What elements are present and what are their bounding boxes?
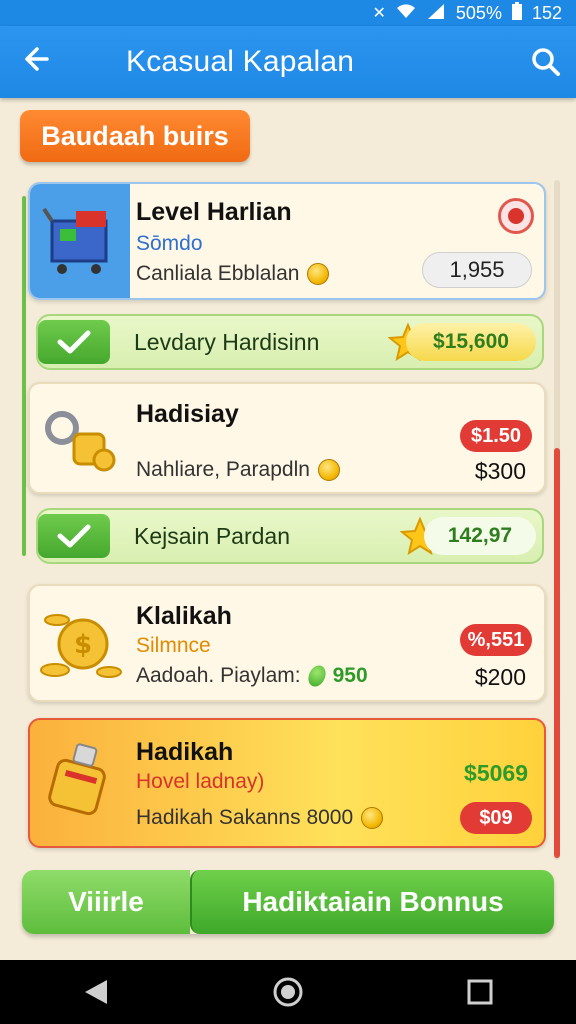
nfc-icon: ✕ <box>372 5 386 22</box>
quest-name: Hadisiay <box>136 400 239 428</box>
app-bar: Kcasual Kapalan <box>0 26 576 98</box>
signal-icon <box>426 3 446 24</box>
discount-badge[interactable]: %,551 <box>460 624 532 656</box>
quest-subtitle: Hovel ladnay) <box>136 770 265 793</box>
gem-value: 950 <box>332 664 368 687</box>
quest-subtitle: Silmnce <box>136 634 211 657</box>
achievement-row-2[interactable]: Kejsain Pardan 142,97 <box>36 508 544 564</box>
svg-text:$: $ <box>74 630 92 660</box>
achievement-label: Levdary Hardisinn <box>134 329 320 355</box>
recents-nav-icon[interactable] <box>450 960 510 1024</box>
checkmark-icon[interactable] <box>38 514 110 558</box>
key-lock-icon <box>30 384 130 492</box>
quest-name: Klalikah <box>136 602 232 630</box>
quest-subtitle: Sōmdo <box>136 232 203 255</box>
bonus-price: $5069 <box>464 760 528 786</box>
achievement-amount: 142,97 <box>424 517 536 555</box>
gold-coins-icon: $ <box>30 586 130 700</box>
shopping-cart-icon <box>30 184 130 298</box>
page-title: Kcasual Kapalan <box>126 45 355 78</box>
price: $200 <box>474 664 526 690</box>
gem-icon <box>304 662 329 690</box>
battery-icon <box>511 1 522 25</box>
bonus-button[interactable]: Hadiktaiain Bonnus <box>190 870 554 934</box>
quest-card-1[interactable]: Level Harlian Sōmdo Canliala Ebblalan 1,… <box>28 182 546 300</box>
quest-name: Hadikah <box>136 738 234 766</box>
status-bar: ✕ 505% 152 <box>0 0 576 26</box>
scrollbar-thumb[interactable] <box>554 448 560 858</box>
bottom-action-bar: Viiirle Hadiktaiain Bonnus <box>22 870 554 934</box>
system-nav-bar <box>0 960 576 1024</box>
quest-card-3[interactable]: $ Klalikah Silmnce Aadoah. Piaylam: 950 … <box>28 584 546 702</box>
quest-reward-line: Hadikah Sakanns 8000 <box>136 806 384 830</box>
timeline-line <box>22 196 26 556</box>
checkmark-icon[interactable] <box>38 320 110 364</box>
achievement-amount: $15,600 <box>406 323 536 361</box>
quest-name: Level Harlian <box>136 198 292 226</box>
home-nav-icon[interactable] <box>258 960 318 1024</box>
achievement-label: Kejsain Pardan <box>134 523 290 549</box>
section-tag: Baudaah buirs <box>20 110 250 162</box>
quest-reward-line: Canliala Ebblalan <box>136 262 330 286</box>
quest-reward-text: Nahliare, Parapdln <box>136 458 310 481</box>
quest-reward-text: Aadoah. Piaylam: <box>136 664 301 687</box>
back-arrow-icon[interactable] <box>0 26 70 98</box>
quest-reward-text: Canliala Ebblalan <box>136 262 300 285</box>
back-nav-icon[interactable] <box>66 960 126 1024</box>
discount-badge[interactable]: $09 <box>460 802 532 834</box>
discount-badge[interactable]: $1.50 <box>460 420 532 452</box>
quest-reward-line: Aadoah. Piaylam: 950 <box>136 662 368 690</box>
battery-percent: 505% <box>455 2 502 23</box>
quest-reward-text: Hadikah Sakanns 8000 <box>136 806 354 829</box>
search-icon[interactable] <box>516 26 576 98</box>
wifi-icon <box>396 3 416 24</box>
badge-icon[interactable] <box>498 198 534 234</box>
quest-card-2[interactable]: Hadisiay Nahliare, Parapdln $1.50 $300 <box>28 382 546 494</box>
coin-icon <box>361 807 384 829</box>
achievement-row-1[interactable]: Levdary Hardisinn $15,600 <box>36 314 544 370</box>
quest-value-pill[interactable]: 1,955 <box>422 252 532 288</box>
quest-card-4[interactable]: Hadikah Hovel ladnay) Hadikah Sakanns 80… <box>28 718 546 848</box>
view-button[interactable]: Viiirle <box>22 870 190 934</box>
quest-reward-line: Nahliare, Parapdln <box>136 458 340 482</box>
flashlight-icon <box>30 720 130 846</box>
price: $300 <box>474 458 526 484</box>
coin-icon <box>317 459 340 481</box>
coin-icon <box>307 263 330 285</box>
clock: 152 <box>531 2 562 23</box>
